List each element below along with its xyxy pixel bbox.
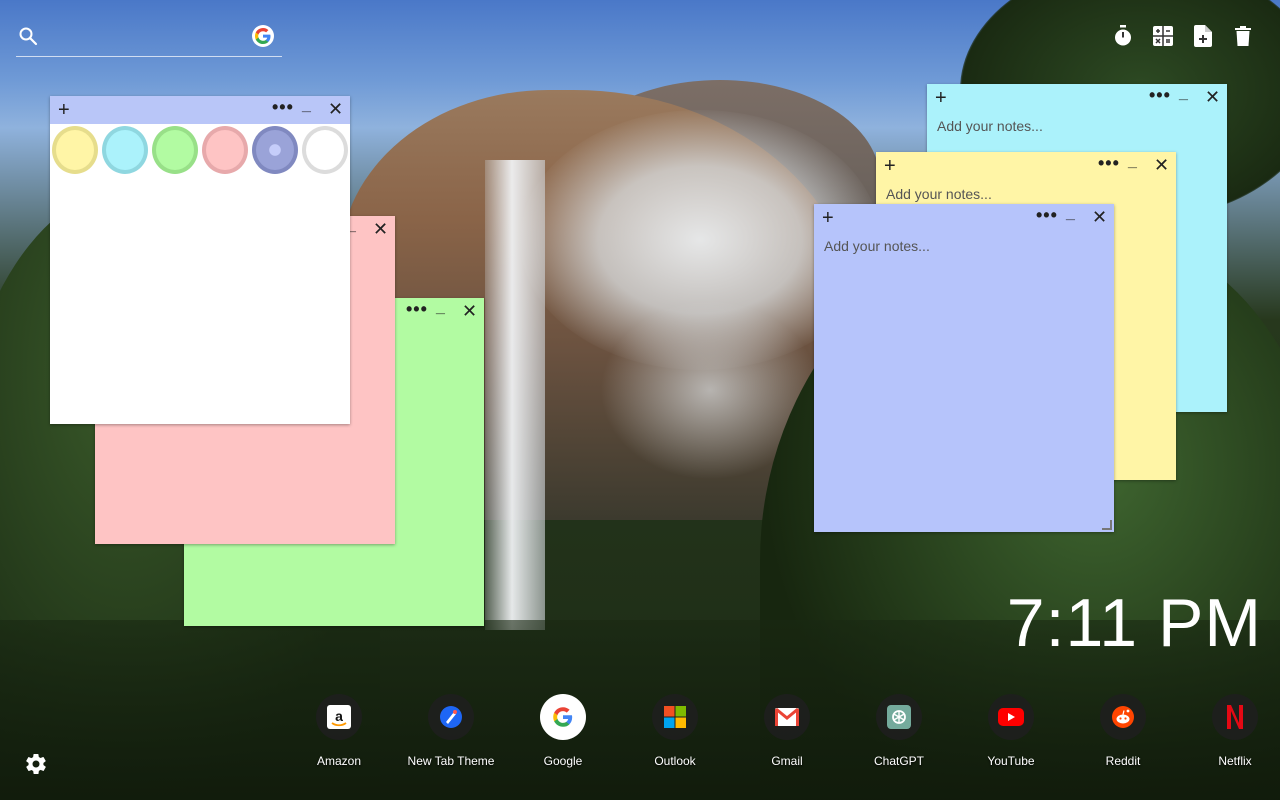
note-textarea[interactable]: Add your notes...	[814, 232, 1114, 260]
note-header[interactable]: + ••• _ ✕	[927, 84, 1227, 112]
youtube-icon	[988, 694, 1034, 740]
note-minimize-button[interactable]: _	[1066, 204, 1075, 224]
note-close-button[interactable]: ✕	[328, 98, 343, 120]
shortcut-label: Netflix	[1218, 754, 1252, 768]
shortcut-label: Gmail	[771, 754, 803, 768]
shortcut-label: YouTube	[987, 754, 1035, 768]
note-textarea[interactable]: Add your notes...	[927, 112, 1227, 140]
note-add-button[interactable]: +	[935, 86, 947, 110]
color-swatch-cyan[interactable]	[102, 126, 148, 174]
sticky-note-white[interactable]: + ••• _ ✕	[50, 96, 350, 424]
shortcut-label: Google	[543, 754, 583, 768]
trash-icon[interactable]	[1232, 24, 1254, 48]
gear-icon[interactable]	[24, 752, 48, 776]
shortcut-label: Reddit	[1105, 754, 1141, 768]
note-close-button[interactable]: ✕	[1092, 206, 1107, 228]
note-menu-button[interactable]: •••	[1098, 152, 1120, 174]
color-swatch-blue-selected[interactable]	[252, 126, 298, 174]
shortcut-dock: a Amazon New Tab Theme Google Outlook Gm	[283, 694, 1280, 768]
note-close-button[interactable]: ✕	[1205, 86, 1220, 108]
note-header[interactable]: + ••• _ ✕	[876, 152, 1176, 180]
note-close-button[interactable]: ✕	[373, 218, 388, 240]
reddit-icon	[1100, 694, 1146, 740]
note-header[interactable]: + ••• _ ✕	[814, 204, 1114, 232]
new-note-icon[interactable]	[1192, 24, 1214, 48]
note-header[interactable]: + ••• _ ✕	[50, 96, 350, 124]
shortcut-label: Amazon	[316, 754, 362, 768]
resize-handle[interactable]	[1102, 520, 1112, 530]
gmail-icon	[764, 694, 810, 740]
shortcut-netflix[interactable]: Netflix	[1179, 694, 1280, 768]
new-tab-theme-icon	[428, 694, 474, 740]
note-menu-button[interactable]: •••	[1149, 84, 1171, 106]
note-add-button[interactable]: +	[822, 206, 834, 230]
search-bar	[16, 24, 282, 57]
google-icon	[540, 694, 586, 740]
google-g-icon[interactable]	[252, 25, 274, 47]
netflix-icon	[1212, 694, 1258, 740]
color-swatch-pink[interactable]	[202, 126, 248, 174]
top-toolbar	[1112, 24, 1254, 48]
shortcut-label: ChatGPT	[873, 754, 924, 768]
note-minimize-button[interactable]: _	[1179, 84, 1188, 104]
svg-text:a: a	[335, 708, 343, 724]
timer-icon[interactable]	[1112, 24, 1134, 48]
note-add-button[interactable]: +	[884, 154, 896, 178]
shortcut-outlook[interactable]: Outlook	[619, 694, 731, 768]
shortcut-reddit[interactable]: Reddit	[1067, 694, 1179, 768]
color-swatch-yellow[interactable]	[52, 126, 98, 174]
note-add-button[interactable]: +	[58, 98, 70, 122]
clock: 7:11 PM	[1006, 585, 1262, 661]
note-menu-button[interactable]: •••	[1036, 204, 1058, 226]
amazon-icon: a	[316, 694, 362, 740]
note-minimize-button[interactable]: _	[436, 298, 445, 318]
shortcut-chatgpt[interactable]: ChatGPT	[843, 694, 955, 768]
calculator-icon[interactable]	[1152, 24, 1174, 48]
shortcut-google[interactable]: Google	[507, 694, 619, 768]
chatgpt-icon	[876, 694, 922, 740]
note-close-button[interactable]: ✕	[462, 300, 477, 322]
note-minimize-button[interactable]: _	[1128, 152, 1137, 172]
note-minimize-button[interactable]: _	[302, 96, 311, 116]
shortcut-label: New Tab Theme	[407, 754, 495, 768]
search-icon[interactable]	[18, 26, 38, 46]
search-input[interactable]	[46, 26, 250, 50]
outlook-icon	[652, 694, 698, 740]
shortcut-new-tab-theme[interactable]: New Tab Theme	[395, 694, 507, 768]
note-menu-button[interactable]: •••	[272, 96, 294, 118]
shortcut-youtube[interactable]: YouTube	[955, 694, 1067, 768]
color-palette	[50, 124, 350, 174]
note-menu-button[interactable]: •••	[406, 298, 428, 320]
sticky-note-blue[interactable]: + ••• _ ✕ Add your notes...	[814, 204, 1114, 532]
shortcut-amazon[interactable]: a Amazon	[283, 694, 395, 768]
color-swatch-green[interactable]	[152, 126, 198, 174]
shortcut-gmail[interactable]: Gmail	[731, 694, 843, 768]
color-swatch-white[interactable]	[302, 126, 348, 174]
shortcut-label: Outlook	[654, 754, 696, 768]
note-close-button[interactable]: ✕	[1154, 154, 1169, 176]
